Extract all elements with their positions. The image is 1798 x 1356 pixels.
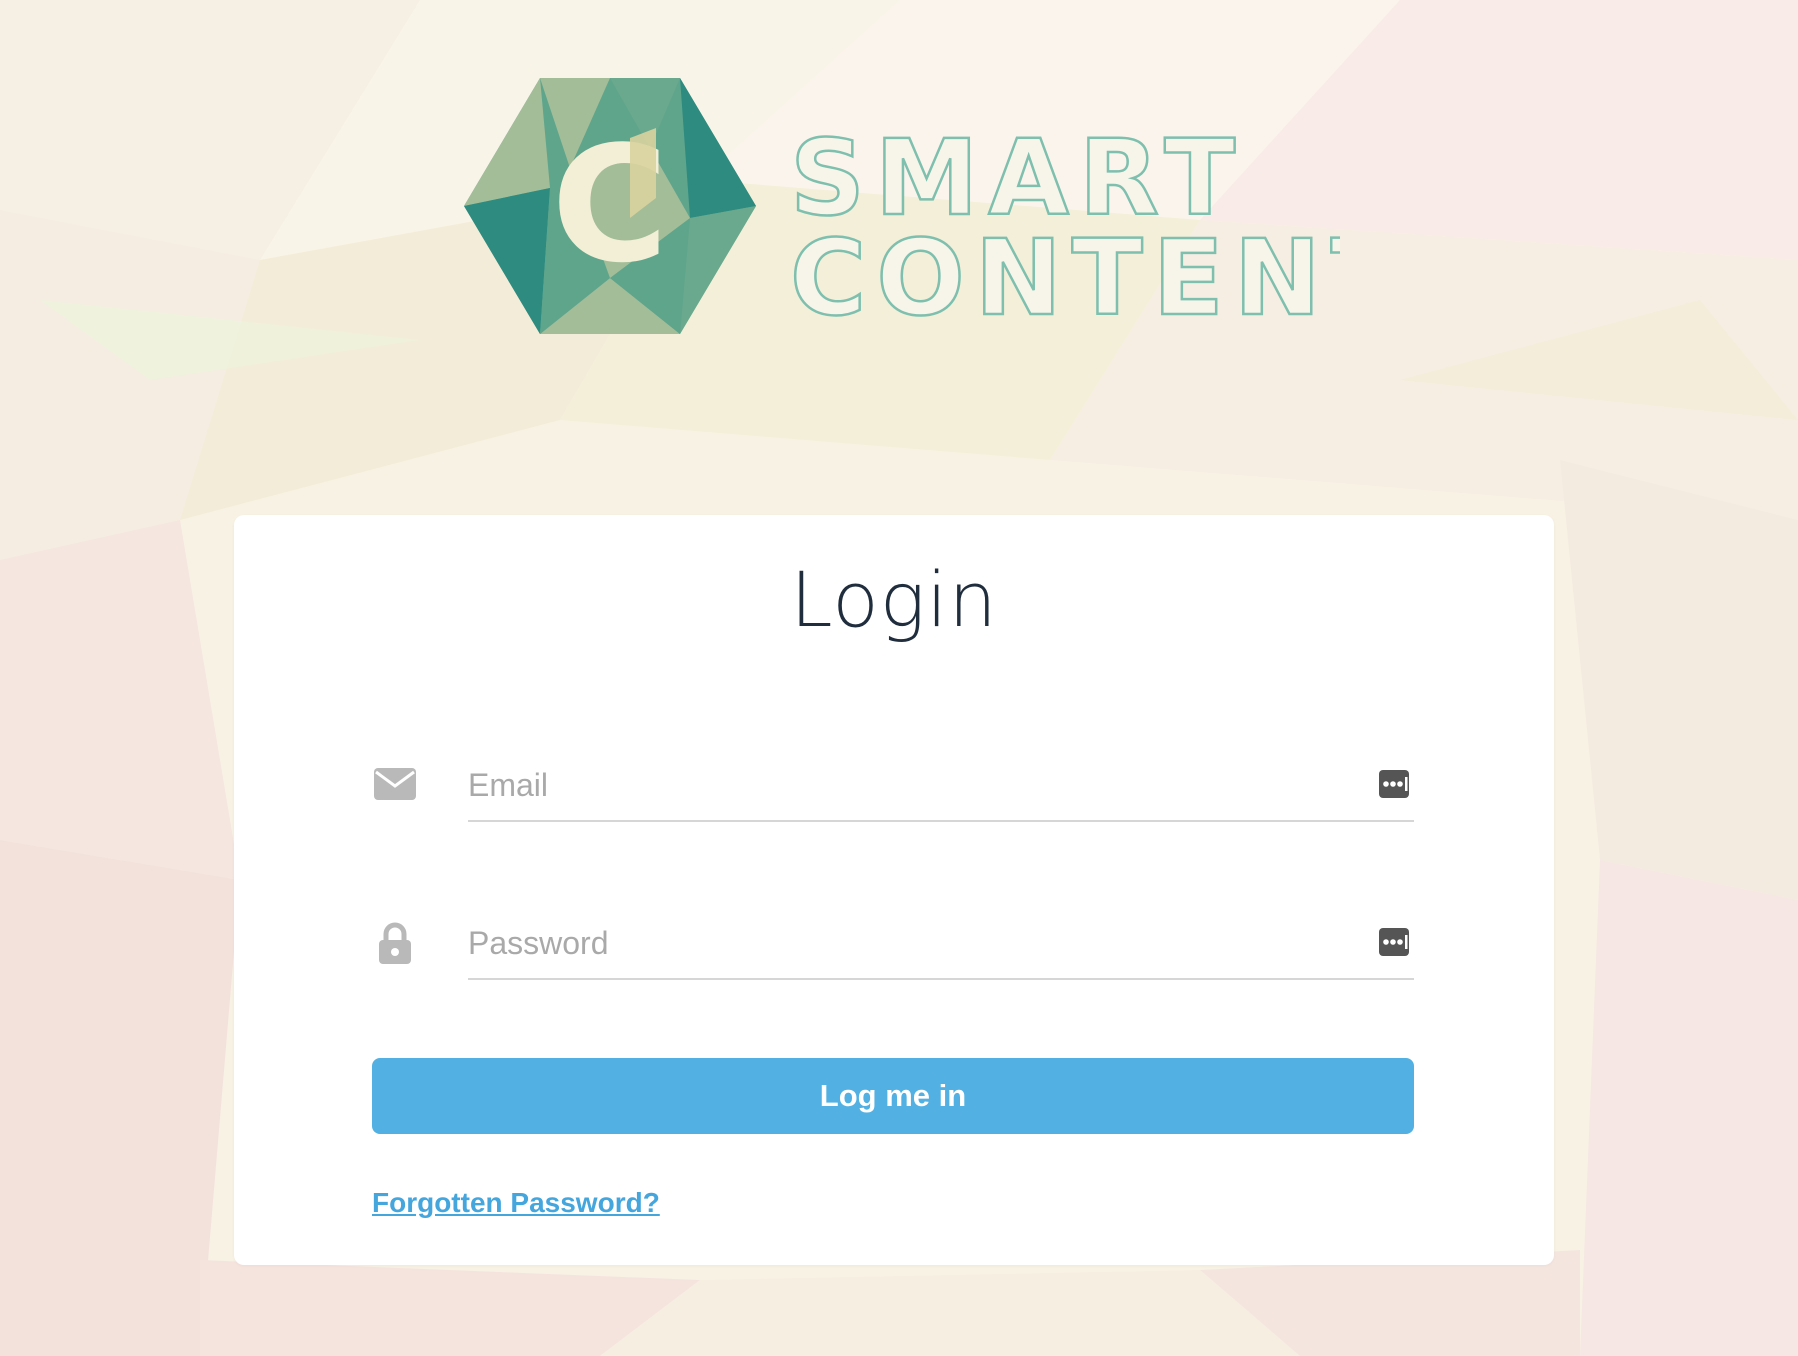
password-field-wrapper: [468, 908, 1414, 980]
lock-icon: [372, 920, 418, 966]
password-row: [372, 908, 1414, 998]
password-manager-icon[interactable]: [1378, 926, 1412, 958]
login-card: Login Email Log me in Forgotten Password…: [234, 515, 1554, 1265]
password-manager-icon[interactable]: [1378, 768, 1412, 800]
email-field-wrapper: [468, 750, 1414, 822]
envelope-icon: [372, 762, 418, 808]
email-row: [372, 750, 1414, 840]
password-input[interactable]: [468, 908, 1348, 978]
forgot-password-link[interactable]: Forgotten Password?: [372, 1187, 660, 1219]
email-input[interactable]: [468, 750, 1348, 820]
login-page: C SMART CONTENT Login: [0, 0, 1798, 1356]
brand-name-line2: CONTENT: [790, 217, 1340, 338]
login-button[interactable]: Log me in: [372, 1058, 1414, 1134]
login-title: Login: [790, 555, 998, 644]
brand-logo: C SMART CONTENT: [460, 78, 1340, 338]
